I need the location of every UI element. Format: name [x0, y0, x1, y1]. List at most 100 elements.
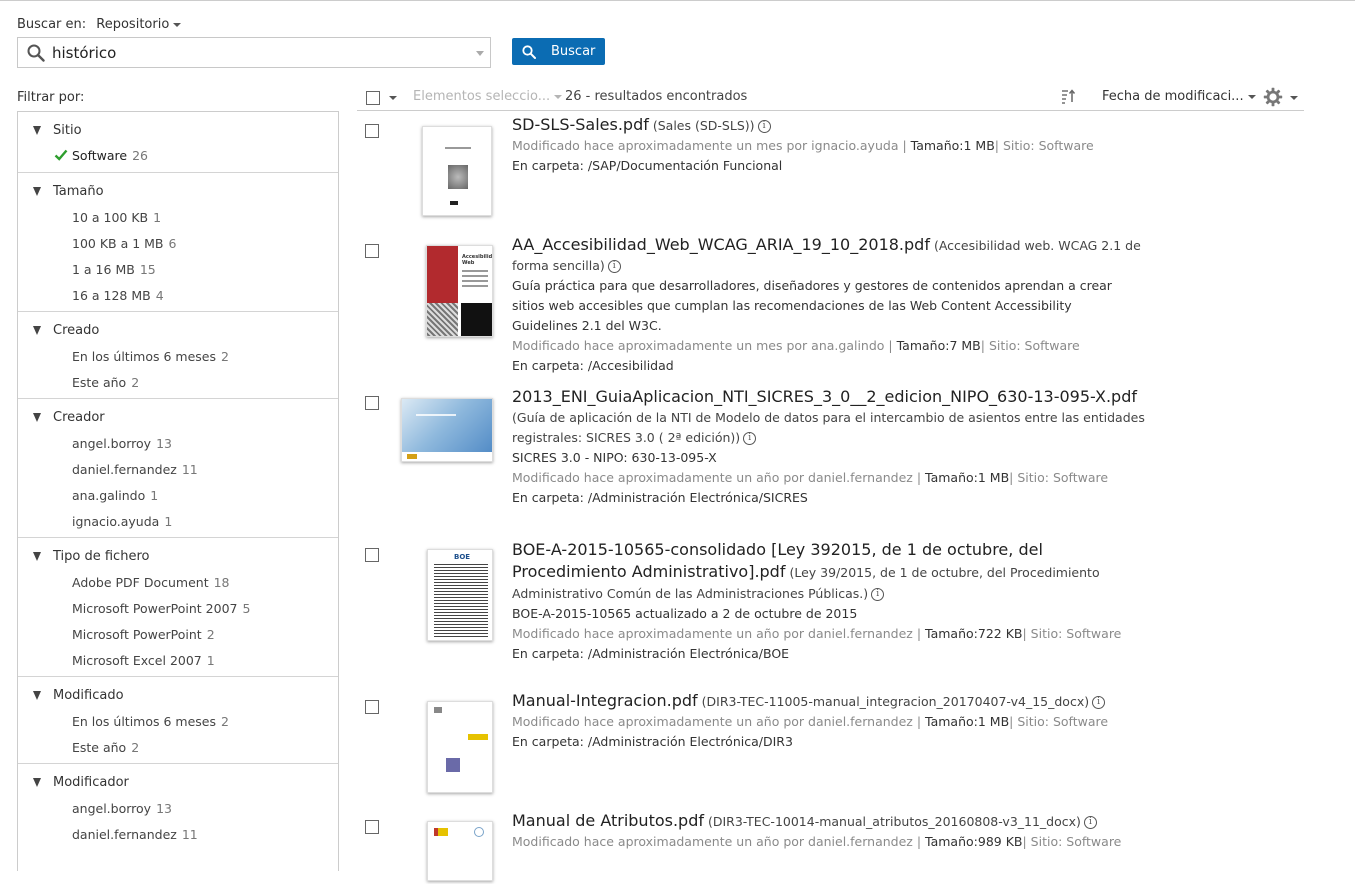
filter-group-header[interactable]: Modificado	[33, 688, 124, 703]
filter-item[interactable]: 16 a 128 MB 4	[72, 288, 164, 303]
info-icon[interactable]: i	[1092, 696, 1106, 709]
filter-item[interactable]: En los últimos 6 meses 2	[72, 714, 229, 729]
filter-item[interactable]: Este año 2	[72, 740, 139, 755]
filter-item[interactable]: Microsoft PowerPoint 2007 5	[72, 601, 250, 616]
document-thumbnail[interactable]: BOE	[427, 549, 493, 641]
result-title-link[interactable]: AA_Accesibilidad_Web_WCAG_ARIA_19_10_201…	[512, 235, 930, 254]
folder-link[interactable]: /Administración Electrónica/BOE	[588, 646, 789, 661]
info-icon[interactable]: i	[1083, 816, 1097, 829]
folder-link[interactable]: /Accesibilidad	[588, 358, 674, 373]
document-thumbnail[interactable]	[401, 398, 493, 462]
sort-by-dropdown[interactable]: Fecha de modificaci...	[1102, 89, 1256, 104]
result-title-link[interactable]: SD-SLS-Sales.pdf	[512, 115, 649, 134]
scope-dropdown[interactable]: Repositorio	[96, 17, 182, 32]
result-title-link[interactable]: 2013_ENI_GuiaAplicacion_NTI_SICRES_3_0__…	[512, 387, 1137, 406]
result-modified: Modificado hace aproximadamente un año p…	[512, 714, 913, 729]
thumb-title: Accesibilidad Web	[462, 254, 493, 266]
filter-item-count: 13	[156, 801, 172, 816]
filter-group-header[interactable]: Creador	[33, 410, 105, 425]
result-size: Tamaño:7 MB	[896, 338, 981, 353]
info-icon[interactable]: i	[757, 120, 771, 133]
filter-group-creator: Creador angel.borroy 13 daniel.fernandez 1…	[18, 399, 338, 538]
result-checkbox[interactable]	[365, 700, 379, 714]
result-size: Tamaño:989 KB	[925, 834, 1023, 849]
result-checkbox[interactable]	[365, 124, 379, 138]
chevron-down-icon	[1247, 94, 1256, 99]
search-field[interactable]	[17, 37, 491, 68]
gear-icon[interactable]	[1263, 87, 1283, 107]
collapse-triangle-icon	[33, 552, 41, 561]
document-thumbnail[interactable]	[427, 701, 493, 793]
filter-item[interactable]: angel.borroy 13	[72, 436, 172, 451]
result-meta: Modificado hace aproximadamente un mes p…	[512, 138, 1094, 153]
filter-group-label: Tamaño	[53, 184, 104, 199]
filter-group-created: Creado En los últimos 6 meses 2 Este año 2	[18, 312, 338, 399]
thumb-red-block	[427, 246, 458, 303]
collapse-triangle-icon	[33, 413, 41, 422]
result-body: BOE-A-2015-10565-consolidado [Ley 392015…	[512, 539, 1162, 664]
result-site: Sitio: Software	[1030, 834, 1122, 849]
filter-item[interactable]: Microsoft PowerPoint 2	[72, 627, 215, 642]
filter-item-label: ignacio.ayuda	[72, 514, 160, 529]
filter-item[interactable]: ana.galindo 1	[72, 488, 158, 503]
filter-item[interactable]: 10 a 100 KB 1	[72, 210, 161, 225]
search-scope: Buscar en: Repositorio	[17, 17, 182, 32]
filter-item-label: daniel.fernandez	[72, 827, 177, 842]
filter-item[interactable]: Este año 2	[72, 375, 139, 390]
result-checkbox[interactable]	[365, 244, 379, 258]
select-all-checkbox[interactable]	[366, 91, 380, 105]
search-input[interactable]	[52, 42, 472, 64]
filter-item[interactable]: daniel.fernandez 11	[72, 827, 198, 842]
filter-item-label: 100 KB a 1 MB	[72, 236, 164, 251]
result-title-link[interactable]: Manual de Atributos.pdf	[512, 811, 704, 830]
filter-item[interactable]: Microsoft Excel 2007 1	[72, 653, 215, 668]
filter-item[interactable]: 1 a 16 MB 15	[72, 262, 156, 277]
result-folder: En carpeta: /Accesibilidad	[512, 356, 1162, 376]
filter-item[interactable]: 100 KB a 1 MB 6	[72, 236, 176, 251]
filter-item-label: Software	[72, 148, 128, 163]
filter-group-header[interactable]: Tamaño	[33, 184, 104, 199]
result-subtitle: (Guía de aplicación de la NTI de Modelo …	[512, 410, 1145, 445]
filter-item[interactable]: ignacio.ayuda 1	[72, 514, 172, 529]
info-icon[interactable]: i	[743, 432, 757, 445]
result-checkbox[interactable]	[365, 820, 379, 834]
sort-direction-icon[interactable]	[1060, 88, 1076, 104]
filter-item[interactable]: daniel.fernandez 11	[72, 462, 198, 477]
result-site: Sitio: Software	[1030, 626, 1122, 641]
filter-group-header[interactable]: Modificador	[33, 775, 129, 790]
result-folder: En carpeta: /Administración Electrónica/…	[512, 732, 1162, 752]
result-modified: Modificado hace aproximadamente un año p…	[512, 470, 913, 485]
folder-link[interactable]: /Administración Electrónica/SICRES	[588, 490, 808, 505]
folder-link[interactable]: /SAP/Documentación Funcional	[588, 158, 782, 173]
result-modified: Modificado hace aproximadamente un año p…	[512, 626, 913, 641]
thumb-image	[448, 165, 468, 189]
filter-item-label: angel.borroy	[72, 436, 152, 451]
document-thumbnail[interactable]	[427, 821, 493, 881]
folder-link[interactable]: /Administración Electrónica/DIR3	[588, 734, 793, 749]
info-icon[interactable]: i	[607, 260, 621, 273]
gear-menu-chevron-icon[interactable]	[1290, 96, 1298, 100]
filter-item[interactable]: angel.borroy 13	[72, 801, 172, 816]
folder-label: En carpeta:	[512, 646, 584, 661]
result-size: Tamaño:1 MB	[910, 138, 995, 153]
filter-group-header[interactable]: Sitio	[33, 123, 82, 138]
filter-item[interactable]: Adobe PDF Document 18	[72, 575, 230, 590]
search-button[interactable]: Buscar	[512, 38, 605, 65]
filter-item-count: 1	[150, 488, 159, 503]
filter-item[interactable]: Software 26	[54, 148, 148, 163]
result-checkbox[interactable]	[365, 548, 379, 562]
search-history-dropdown-icon[interactable]	[476, 51, 484, 56]
filter-group-header[interactable]: Tipo de fichero	[33, 549, 149, 564]
document-thumbnail[interactable]: Accesibilidad Web	[426, 245, 493, 337]
select-menu-chevron-icon[interactable]	[389, 96, 397, 100]
filter-group-header[interactable]: Creado	[33, 323, 99, 338]
folder-label: En carpeta:	[512, 158, 584, 173]
result-meta: Modificado hace aproximadamente un año p…	[512, 470, 1109, 485]
result-title-link[interactable]: Manual-Integracion.pdf	[512, 691, 698, 710]
result-meta: Modificado hace aproximadamente un año p…	[512, 834, 1122, 849]
document-thumbnail[interactable]	[422, 126, 492, 216]
result-description: Guía práctica para que desarrolladores, …	[512, 278, 1112, 333]
result-checkbox[interactable]	[365, 396, 379, 410]
filter-item[interactable]: En los últimos 6 meses 2	[72, 349, 229, 364]
info-icon[interactable]: i	[871, 588, 885, 601]
